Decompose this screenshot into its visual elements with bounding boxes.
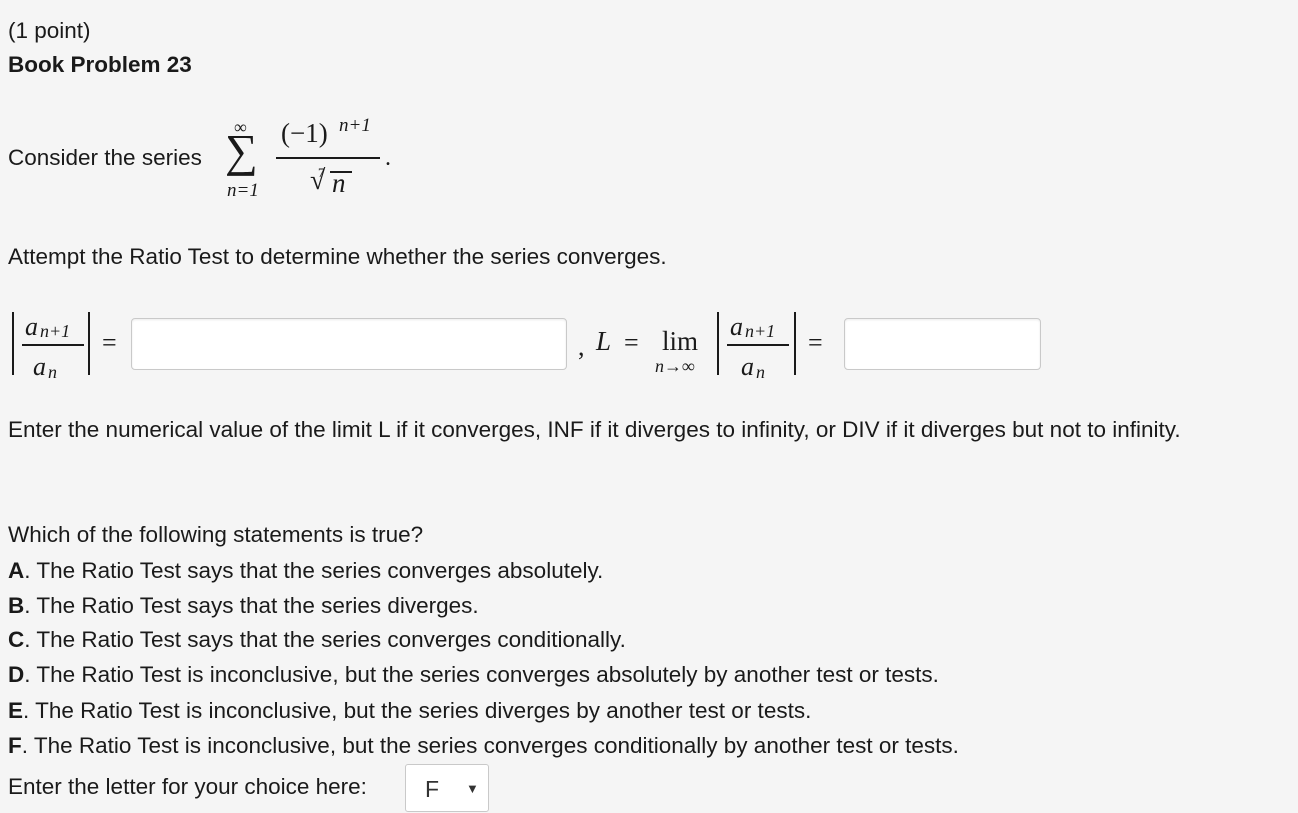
lim-operator: lim (662, 326, 699, 356)
numerator-exponent: n+1 (339, 115, 371, 136)
option-text: . The Ratio Test is inconclusive, but th… (23, 698, 812, 723)
option-text: . The Ratio Test is inconclusive, but th… (21, 733, 959, 758)
ratio-numerator: a (25, 312, 38, 341)
option-b: B. The Ratio Test says that the series d… (8, 592, 479, 620)
sigma-symbol: ∑ (225, 125, 258, 176)
limit-numerator-sub: n+1 (745, 321, 776, 341)
lim-subscript: n→∞ (655, 356, 695, 376)
option-letter: C (8, 627, 25, 652)
problem-title: Book Problem 23 (8, 52, 192, 77)
option-text: . The Ratio Test says that the series co… (24, 627, 626, 652)
answer-prompt: Enter the letter for your choice here: (8, 774, 367, 799)
abs-bar-right-2 (794, 312, 796, 375)
limit-fraction-bar (727, 344, 789, 346)
abs-bar-right (88, 312, 90, 375)
option-letter: B (8, 593, 25, 618)
option-c: C. The Ratio Test says that the series c… (8, 626, 626, 654)
option-letter: A (8, 558, 25, 583)
numerator-base: (−1) (281, 118, 328, 148)
dropdown-arrow-icon: ▼ (466, 781, 479, 796)
limit-numerator: a (730, 312, 743, 341)
series-prefix: Consider the series (8, 145, 202, 170)
option-f: F. The Ratio Test is inconclusive, but t… (8, 732, 959, 760)
option-e: E. The Ratio Test is inconclusive, but t… (8, 697, 811, 725)
limit-denominator: a (741, 352, 754, 381)
limit-denominator-sub: n (756, 362, 765, 382)
ratio-denominator-sub: n (48, 362, 57, 382)
option-letter: E (8, 698, 24, 723)
limit-instruction: Enter the numerical value of the limit L… (8, 417, 1181, 442)
option-letter: F (8, 733, 22, 758)
ratio-numerator-sub: n+1 (40, 321, 71, 341)
sum-lower-limit: n=1 (227, 180, 259, 201)
answer-selected-value: F (425, 776, 440, 802)
answer-select[interactable]: F ▼ (405, 764, 489, 812)
option-text: . The Ratio Test is inconclusive, but th… (24, 662, 939, 687)
option-d: D. The Ratio Test is inconclusive, but t… (8, 661, 939, 689)
comma: , (578, 332, 585, 361)
equals-sign-1: = (102, 328, 117, 357)
series-period: . (385, 145, 391, 171)
option-letter: D (8, 662, 25, 687)
ratio-fraction-bar (22, 344, 84, 346)
ratio-test-instruction: Attempt the Ratio Test to determine whet… (8, 244, 667, 269)
ratio-answer-input[interactable] (131, 318, 567, 370)
equals-sign-3: = (808, 328, 823, 357)
abs-bar-left-2 (717, 312, 719, 375)
equals-sign-2: = (624, 328, 639, 357)
option-text: . The Ratio Test says that the series co… (24, 558, 604, 583)
radicand: n (332, 168, 346, 198)
radical-sign: √ (310, 165, 326, 196)
limit-answer-input[interactable] (844, 318, 1041, 370)
option-a: A. The Ratio Test says that the series c… (8, 557, 603, 585)
option-text: . The Ratio Test says that the series di… (24, 593, 479, 618)
limit-variable: L (596, 326, 612, 356)
fraction-bar (276, 157, 380, 159)
points-label: (1 point) (8, 18, 91, 43)
abs-bar-left (12, 312, 14, 375)
question-text: Which of the following statements is tru… (8, 522, 424, 547)
ratio-denominator: a (33, 352, 46, 381)
